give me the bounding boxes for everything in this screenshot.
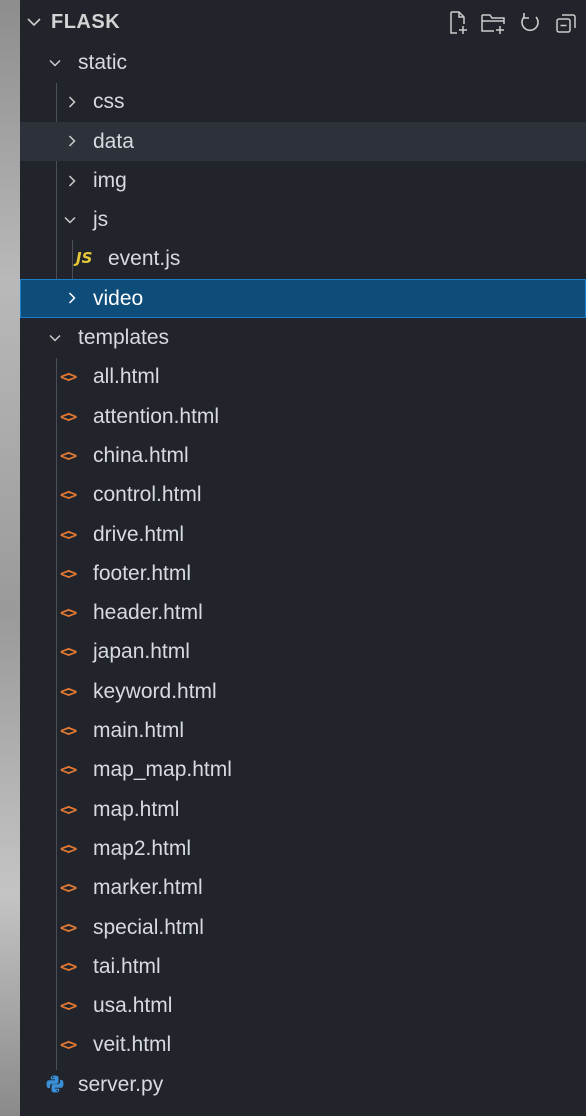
tree-file-html[interactable]: <> attention.html: [20, 397, 586, 436]
chevron-down-icon: [47, 318, 63, 357]
tree-folder-video[interactable]: video: [20, 278, 586, 319]
tree-file-html[interactable]: <> marker.html: [20, 868, 586, 907]
file-label: event.js: [108, 247, 181, 271]
collapse-all-icon[interactable]: [552, 9, 580, 37]
folder-label: js: [93, 208, 109, 232]
file-label: keyword.html: [93, 679, 217, 703]
html-file-icon: <>: [60, 917, 77, 937]
chevron-right-icon: [64, 122, 80, 161]
html-file-icon: <>: [60, 642, 77, 662]
folder-label: video: [93, 286, 144, 310]
folder-label: templates: [78, 326, 170, 350]
python-file-icon: [45, 1065, 65, 1104]
html-file-icon: <>: [60, 878, 77, 898]
tree-file-html[interactable]: <> tai.html: [20, 947, 586, 986]
chevron-right-icon: [64, 82, 80, 121]
file-label: main.html: [93, 719, 185, 743]
folder-label: static: [78, 51, 128, 74]
html-file-icon: <>: [60, 681, 77, 701]
folder-label: css: [93, 90, 125, 114]
file-label: usa.html: [93, 994, 173, 1018]
file-label: marker.html: [93, 876, 203, 900]
file-label: attention.html: [93, 404, 220, 428]
file-tree: static css data img js JS event.js video…: [20, 43, 586, 1104]
tree-file-html[interactable]: <> japan.html: [20, 632, 586, 671]
tree-file-server-py[interactable]: server.py: [20, 1065, 586, 1104]
tree-file-html[interactable]: <> control.html: [20, 475, 586, 514]
explorer-title: FLASK: [51, 11, 121, 33]
html-file-icon: <>: [60, 524, 77, 544]
tree-file-html[interactable]: <> drive.html: [20, 515, 586, 554]
tree-file-html[interactable]: <> usa.html: [20, 986, 586, 1025]
chevron-down-icon: [62, 200, 78, 239]
tree-file-html[interactable]: <> all.html: [20, 357, 586, 396]
html-file-icon: <>: [60, 1035, 77, 1055]
chevron-right-icon: [64, 279, 80, 318]
file-label: china.html: [93, 443, 189, 467]
file-label: map.html: [93, 797, 180, 821]
tree-file-html[interactable]: <> keyword.html: [20, 672, 586, 711]
tree-folder-static[interactable]: static: [20, 43, 586, 82]
tree-file-html[interactable]: <> special.html: [20, 908, 586, 947]
folder-label: data: [93, 129, 134, 153]
tree-folder-data[interactable]: data: [20, 121, 586, 161]
desktop-backdrop: [0, 0, 20, 1116]
file-label: all.html: [93, 365, 160, 389]
html-file-icon: <>: [60, 721, 77, 741]
chevron-down-icon[interactable]: [24, 12, 44, 32]
tree-file-html[interactable]: <> main.html: [20, 711, 586, 750]
explorer-header[interactable]: FLASK: [20, 0, 586, 44]
html-file-icon: <>: [60, 838, 77, 858]
file-label: map2.html: [93, 836, 192, 860]
folder-label: img: [93, 168, 127, 192]
new-file-icon[interactable]: [444, 9, 472, 37]
tree-folder-css[interactable]: css: [20, 82, 586, 121]
html-file-icon: <>: [60, 760, 77, 780]
file-label: server.py: [78, 1072, 164, 1096]
file-label: veit.html: [93, 1033, 172, 1057]
file-label: special.html: [93, 915, 204, 939]
chevron-right-icon: [64, 161, 80, 200]
tree-file-html[interactable]: <> china.html: [20, 436, 586, 475]
file-label: map_map.html: [93, 758, 232, 782]
file-label: control.html: [93, 483, 202, 507]
chevron-down-icon: [47, 43, 63, 82]
tree-file-html[interactable]: <> header.html: [20, 593, 586, 632]
html-file-icon: <>: [60, 445, 77, 465]
tree-file-html[interactable]: <> map_map.html: [20, 750, 586, 789]
explorer-actions: [444, 9, 580, 37]
file-label: tai.html: [93, 954, 161, 978]
html-file-icon: <>: [60, 603, 77, 623]
refresh-icon[interactable]: [516, 9, 544, 37]
html-file-icon: <>: [60, 996, 77, 1016]
html-file-icon: <>: [60, 799, 77, 819]
html-file-icon: <>: [60, 367, 77, 387]
tree-file-event-js[interactable]: JS event.js: [20, 239, 586, 278]
file-label: footer.html: [93, 561, 192, 585]
file-label: header.html: [93, 601, 203, 625]
html-file-icon: <>: [60, 563, 77, 583]
tree-file-html[interactable]: <> map2.html: [20, 829, 586, 868]
tree-folder-js[interactable]: js: [20, 200, 586, 239]
tree-file-html[interactable]: <> map.html: [20, 790, 586, 829]
file-explorer-panel: FLASK static css data img js JS event.js…: [20, 0, 586, 1116]
new-folder-icon[interactable]: [480, 9, 508, 37]
file-label: japan.html: [93, 640, 190, 664]
html-file-icon: <>: [60, 406, 77, 426]
html-file-icon: <>: [60, 956, 77, 976]
tree-folder-templates[interactable]: templates: [20, 318, 586, 357]
file-label: drive.html: [93, 522, 185, 546]
tree-file-html[interactable]: <> veit.html: [20, 1025, 586, 1064]
tree-folder-img[interactable]: img: [20, 161, 586, 200]
javascript-file-icon: JS: [76, 249, 93, 268]
html-file-icon: <>: [60, 485, 77, 505]
tree-file-html[interactable]: <> footer.html: [20, 554, 586, 593]
